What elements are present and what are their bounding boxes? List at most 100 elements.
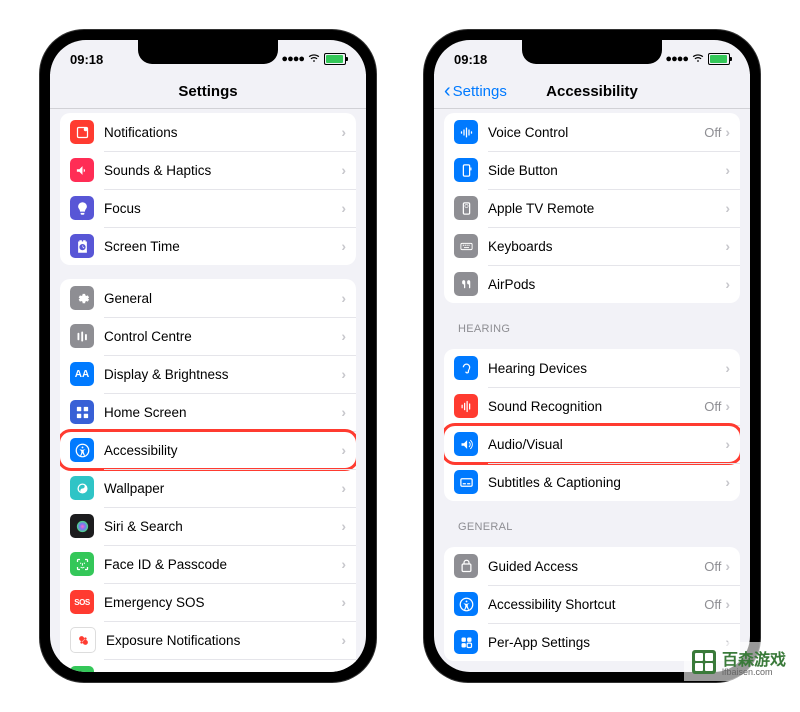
settings-row-face-id-passcode[interactable]: Face ID & Passcode› xyxy=(60,545,356,583)
chevron-left-icon: ‹ xyxy=(444,81,451,101)
emergency-icon: SOS xyxy=(70,590,94,614)
row-label: Apple TV Remote xyxy=(488,201,725,216)
row-label: Display & Brightness xyxy=(104,367,341,382)
settings-row-subtitles-captioning[interactable]: Subtitles & Captioning› xyxy=(444,463,740,501)
sounds-icon xyxy=(70,158,94,182)
row-label: Audio/Visual xyxy=(488,437,725,452)
settings-row-apple-tv-remote[interactable]: Apple TV Remote› xyxy=(444,189,740,227)
settings-row-airpods[interactable]: AirPods› xyxy=(444,265,740,303)
settings-row-notifications[interactable]: Notifications› xyxy=(60,113,356,151)
settings-row-hearing-devices[interactable]: Hearing Devices› xyxy=(444,349,740,387)
settings-row-focus[interactable]: Focus› xyxy=(60,189,356,227)
row-label: Side Button xyxy=(488,163,725,178)
chevron-right-icon: › xyxy=(341,124,346,140)
status-indicators: ●●●● xyxy=(665,52,730,66)
guided-access-icon xyxy=(454,554,478,578)
settings-row-battery[interactable]: Battery› xyxy=(60,659,356,672)
page-title: Settings xyxy=(178,83,237,100)
back-button[interactable]: ‹ Settings xyxy=(444,81,507,101)
settings-row-sounds-haptics[interactable]: Sounds & Haptics› xyxy=(60,151,356,189)
chevron-right-icon: › xyxy=(725,558,730,574)
per-app-icon xyxy=(454,630,478,654)
settings-row-control-centre[interactable]: Control Centre› xyxy=(60,317,356,355)
row-label: Guided Access xyxy=(488,559,704,574)
settings-row-guided-access[interactable]: Guided AccessOff › xyxy=(444,547,740,585)
battery-icon xyxy=(708,53,730,65)
hearing-icon xyxy=(454,356,478,380)
row-detail: Off xyxy=(704,559,721,574)
chevron-right-icon: › xyxy=(341,200,346,216)
settings-row-accessibility[interactable]: Accessibility› xyxy=(60,431,356,469)
chevron-right-icon: › xyxy=(341,632,346,648)
wifi-icon xyxy=(307,52,321,66)
home-screen-icon xyxy=(70,400,94,424)
row-detail: Off xyxy=(704,597,721,612)
row-label: Keyboards xyxy=(488,239,725,254)
row-label: Sounds & Haptics xyxy=(104,163,341,178)
row-label: Screen Time xyxy=(104,239,341,254)
accessibility-shortcut-icon xyxy=(454,592,478,616)
settings-row-voice-control[interactable]: Voice ControlOff› xyxy=(444,113,740,151)
row-label: Accessibility xyxy=(104,443,341,458)
phones-container: 09:18 ●●●● Settings Notifications›Sounds… xyxy=(0,0,800,712)
settings-row-accessibility-shortcut[interactable]: Accessibility ShortcutOff› xyxy=(444,585,740,623)
chevron-right-icon: › xyxy=(725,596,730,612)
notifications-icon xyxy=(70,120,94,144)
chevron-right-icon: › xyxy=(341,404,346,420)
settings-row-screen-time[interactable]: Screen Time› xyxy=(60,227,356,265)
nav-bar: ‹ Settings Accessibility xyxy=(434,74,750,109)
settings-row-display-brightness[interactable]: AADisplay & Brightness› xyxy=(60,355,356,393)
chevron-right-icon: › xyxy=(725,238,730,254)
chevron-right-icon: › xyxy=(341,290,346,306)
content-right[interactable]: Voice ControlOff›Side Button›Apple TV Re… xyxy=(434,109,750,672)
signal-icon: ●●●● xyxy=(665,53,688,65)
settings-group: Hearing Devices›Sound RecognitionOff›Aud… xyxy=(444,349,740,501)
phone-right: 09:18 ●●●● ‹ Settings Accessibility Voic… xyxy=(424,30,760,682)
group-header: GENERAL xyxy=(434,515,750,537)
audio-visual-icon xyxy=(454,432,478,456)
settings-row-sound-recognition[interactable]: Sound RecognitionOff› xyxy=(444,387,740,425)
row-label: Face ID & Passcode xyxy=(104,557,341,572)
settings-row-siri-search[interactable]: Siri & Search› xyxy=(60,507,356,545)
chevron-right-icon: › xyxy=(725,276,730,292)
notch xyxy=(522,40,662,64)
page-title: Accessibility xyxy=(546,83,638,100)
row-label: Siri & Search xyxy=(104,519,341,534)
screen-time-icon xyxy=(70,234,94,258)
row-label: Exposure Notifications xyxy=(106,633,341,648)
settings-row-home-screen[interactable]: Home Screen› xyxy=(60,393,356,431)
screen-left: 09:18 ●●●● Settings Notifications›Sounds… xyxy=(50,40,366,672)
row-label: Hearing Devices xyxy=(488,361,725,376)
settings-group: Voice ControlOff›Side Button›Apple TV Re… xyxy=(444,113,740,303)
row-label: Focus xyxy=(104,201,341,216)
chevron-right-icon: › xyxy=(725,474,730,490)
exposure-icon xyxy=(70,627,96,653)
accessibility-icon xyxy=(70,438,94,462)
chevron-right-icon: › xyxy=(341,442,346,458)
row-label: Voice Control xyxy=(488,125,704,140)
settings-row-emergency-sos[interactable]: SOSEmergency SOS› xyxy=(60,583,356,621)
signal-icon: ●●●● xyxy=(281,53,304,65)
siri-icon xyxy=(70,514,94,538)
back-label: Settings xyxy=(453,83,507,100)
settings-row-wallpaper[interactable]: Wallpaper› xyxy=(60,469,356,507)
wifi-icon xyxy=(691,52,705,66)
settings-row-exposure-notifications[interactable]: Exposure Notifications› xyxy=(60,621,356,659)
phone-left: 09:18 ●●●● Settings Notifications›Sounds… xyxy=(40,30,376,682)
row-label: AirPods xyxy=(488,277,725,292)
row-label: Notifications xyxy=(104,125,341,140)
settings-row-audio-visual[interactable]: Audio/Visual› xyxy=(444,425,740,463)
settings-row-side-button[interactable]: Side Button› xyxy=(444,151,740,189)
content-left[interactable]: Notifications›Sounds & Haptics›Focus›Scr… xyxy=(50,109,366,672)
chevron-right-icon: › xyxy=(341,238,346,254)
chevron-right-icon: › xyxy=(341,162,346,178)
settings-row-general[interactable]: General› xyxy=(60,279,356,317)
wallpaper-icon xyxy=(70,476,94,500)
chevron-right-icon: › xyxy=(341,594,346,610)
keyboards-icon xyxy=(454,234,478,258)
row-label: Sound Recognition xyxy=(488,399,704,414)
control-centre-icon xyxy=(70,324,94,348)
chevron-right-icon: › xyxy=(341,670,346,672)
settings-row-keyboards[interactable]: Keyboards› xyxy=(444,227,740,265)
sound-recognition-icon xyxy=(454,394,478,418)
